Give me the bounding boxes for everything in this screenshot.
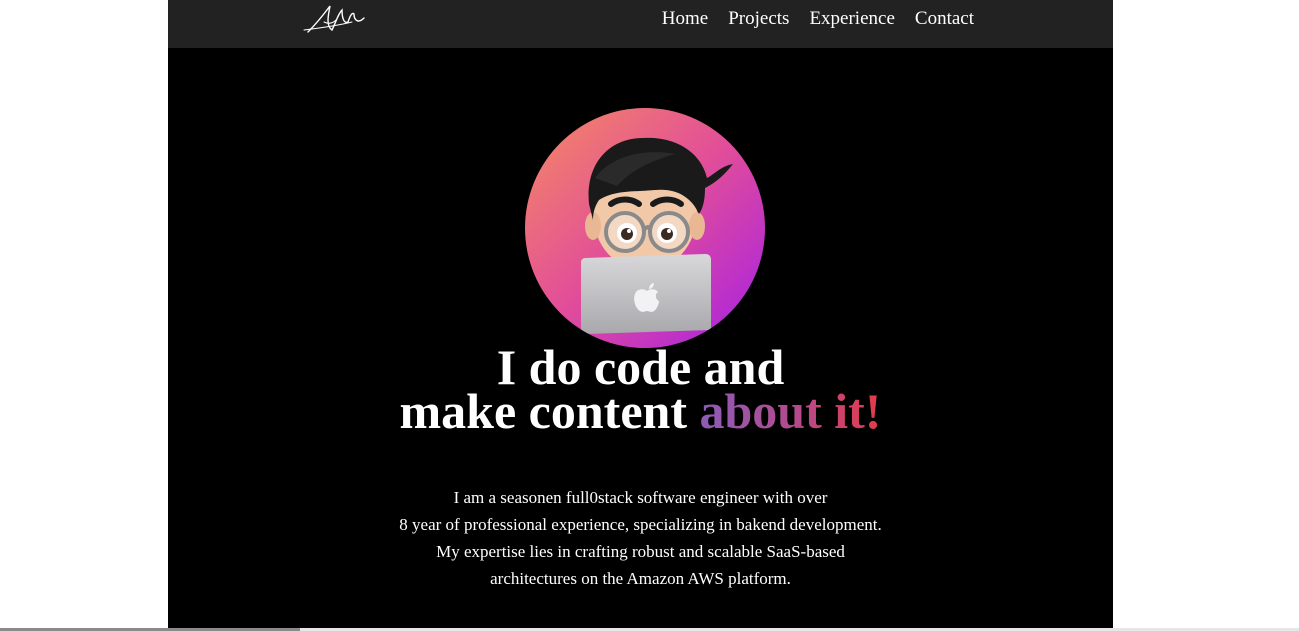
hero-headline: I do code and make content about it! [168, 342, 1113, 436]
bio-line: My expertise lies in crafting robust and… [436, 542, 845, 561]
nav-projects-link[interactable]: Projects [728, 8, 789, 30]
top-navbar: Home Projects Experience Contact [168, 0, 1113, 48]
nav-experience-link[interactable]: Experience [809, 8, 894, 30]
page-frame: Home Projects Experience Contact I do co… [168, 0, 1113, 631]
signature-logo-icon[interactable] [302, 2, 372, 38]
headline-line-2: make content [399, 383, 700, 439]
memoji-avatar-icon [525, 108, 765, 348]
bio-line: I am a seasonen full0stack software engi… [453, 488, 828, 507]
bio-paragraph: I am a seasonen full0stack software engi… [168, 484, 1113, 592]
nav-links: Home Projects Experience Contact [662, 8, 974, 30]
headline-accent: about it! [699, 383, 882, 439]
bio-line: architectures on the Amazon AWS platform… [490, 569, 791, 588]
nav-contact-link[interactable]: Contact [915, 8, 974, 30]
bio-line: 8 year of professional experience, speci… [399, 515, 882, 534]
nav-home-link[interactable]: Home [662, 8, 708, 30]
